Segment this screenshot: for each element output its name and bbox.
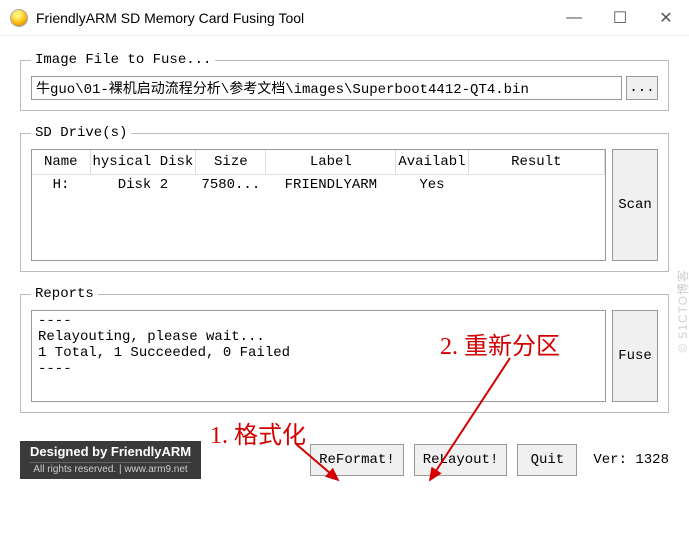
reports-legend: Reports bbox=[31, 286, 98, 302]
window-controls: — ☐ ✕ bbox=[551, 2, 689, 34]
quit-button[interactable]: Quit bbox=[517, 444, 577, 476]
sd-drives-legend: SD Drive(s) bbox=[31, 125, 131, 141]
table-row[interactable]: H: Disk 2 7580... FRIENDLYARM Yes bbox=[32, 175, 605, 196]
designed-line2: All rights reserved. | www.arm9.net bbox=[30, 462, 191, 477]
relayout-button[interactable]: ReLayout! bbox=[414, 444, 508, 476]
cell-disk: Disk 2 bbox=[90, 175, 196, 196]
minimize-button[interactable]: — bbox=[551, 2, 597, 34]
cell-label: FRIENDLYARM bbox=[266, 175, 396, 196]
col-physical-disk[interactable]: hysical Disk bbox=[90, 150, 196, 175]
image-file-group: Image File to Fuse... ... bbox=[20, 52, 669, 111]
cell-size: 7580... bbox=[196, 175, 266, 196]
cell-name: H: bbox=[32, 175, 90, 196]
designed-line1: Designed by FriendlyARM bbox=[30, 444, 191, 460]
maximize-button[interactable]: ☐ bbox=[597, 2, 643, 34]
image-file-legend: Image File to Fuse... bbox=[31, 52, 215, 68]
col-available[interactable]: Availabl bbox=[396, 150, 468, 175]
scan-button[interactable]: Scan bbox=[612, 149, 658, 261]
reports-group: Reports ---- Relayouting, please wait...… bbox=[20, 286, 669, 413]
version-label: Ver: 1328 bbox=[593, 452, 669, 468]
app-icon bbox=[10, 9, 28, 27]
image-path-input[interactable] bbox=[31, 76, 622, 100]
col-size[interactable]: Size bbox=[196, 150, 266, 175]
reformat-button[interactable]: ReFormat! bbox=[310, 444, 404, 476]
browse-button[interactable]: ... bbox=[626, 76, 658, 100]
reports-textarea[interactable]: ---- Relayouting, please wait... 1 Total… bbox=[31, 310, 606, 402]
col-result[interactable]: Result bbox=[468, 150, 604, 175]
window-title: FriendlyARM SD Memory Card Fusing Tool bbox=[36, 10, 551, 26]
close-button[interactable]: ✕ bbox=[643, 2, 689, 34]
cell-avail: Yes bbox=[396, 175, 468, 196]
cell-result bbox=[468, 175, 604, 196]
fuse-button[interactable]: Fuse bbox=[612, 310, 658, 402]
sd-grid[interactable]: Name hysical Disk Size Label Availabl Re… bbox=[31, 149, 606, 261]
titlebar: FriendlyARM SD Memory Card Fusing Tool —… bbox=[0, 0, 689, 36]
bottom-bar: Designed by FriendlyARM All rights reser… bbox=[0, 437, 689, 479]
table-header-row: Name hysical Disk Size Label Availabl Re… bbox=[32, 150, 605, 175]
col-name[interactable]: Name bbox=[32, 150, 90, 175]
sd-drives-group: SD Drive(s) Name hysical Disk Size Label… bbox=[20, 125, 669, 272]
watermark: © 51CTO博客 bbox=[675, 269, 689, 353]
designed-by-badge: Designed by FriendlyARM All rights reser… bbox=[20, 441, 201, 479]
col-label[interactable]: Label bbox=[266, 150, 396, 175]
